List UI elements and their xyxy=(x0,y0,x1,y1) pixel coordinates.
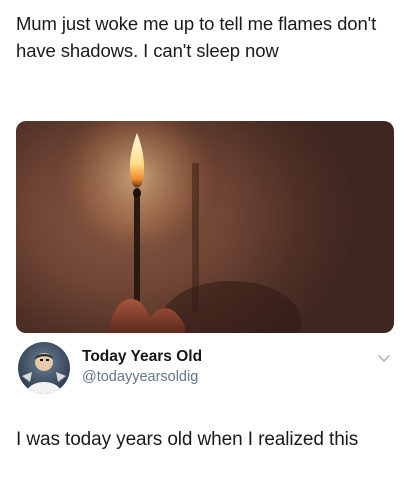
avatar[interactable] xyxy=(18,342,70,394)
meme-caption: Mum just woke me up to tell me flames do… xyxy=(16,13,377,61)
match-photo xyxy=(16,121,394,333)
tweet-header: Today Years Old @todayyearsoldig xyxy=(16,340,396,400)
chevron-down-icon[interactable] xyxy=(376,350,392,366)
tweet-text: I was today years old when I realized th… xyxy=(16,429,359,450)
lit-match-image xyxy=(47,121,301,333)
user-handle[interactable]: @todayyearsoldig xyxy=(82,369,198,385)
avatar-icon xyxy=(22,353,66,394)
display-name[interactable]: Today Years Old xyxy=(82,348,202,366)
